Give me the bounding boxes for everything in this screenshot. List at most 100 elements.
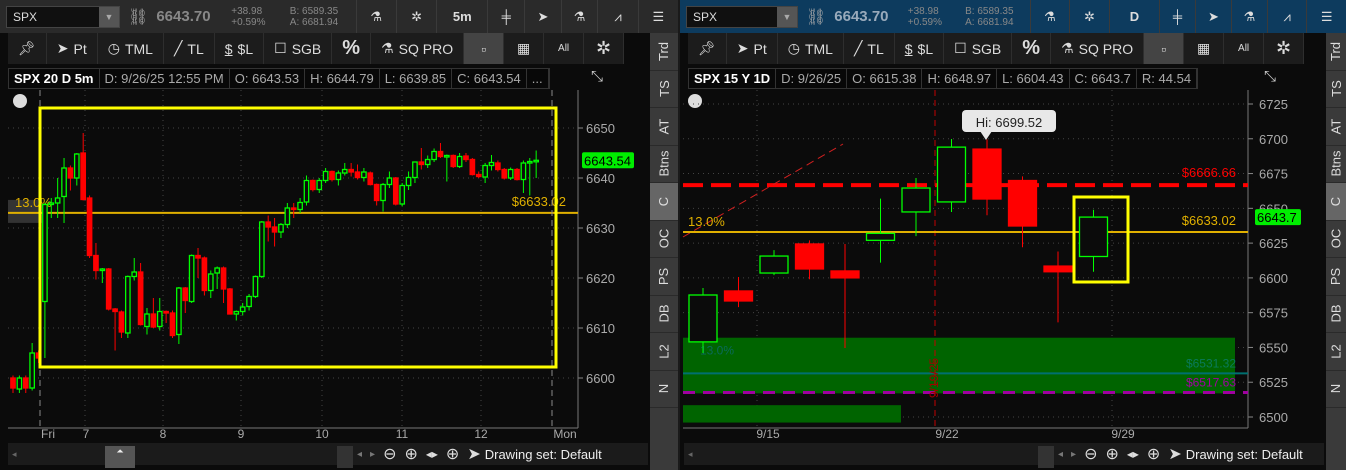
candle-body	[354, 171, 361, 179]
candle-body	[227, 288, 233, 315]
candle	[501, 168, 508, 180]
candle	[169, 310, 176, 338]
candle	[144, 308, 150, 335]
side-tab-ps[interactable]: PS	[650, 258, 678, 296]
candle-body	[520, 162, 527, 181]
candle-body	[271, 226, 278, 233]
zoom-in-icon[interactable]: ⊕	[404, 444, 417, 464]
hi-tooltip-pointer	[980, 131, 992, 140]
y-tick-label: 6600	[1259, 271, 1288, 286]
candle	[118, 310, 125, 338]
side-tab-n[interactable]: N	[1326, 371, 1346, 408]
candle-body	[61, 167, 67, 198]
horizontal-scrollbar[interactable]: ◂	[684, 445, 1054, 468]
candle-body	[361, 171, 367, 179]
candle-body	[392, 177, 399, 205]
side-tab-db[interactable]: DB	[1326, 296, 1346, 333]
side-tab-label: TS	[656, 80, 672, 98]
candle	[86, 195, 93, 258]
y-tick-label: 6600	[586, 371, 615, 386]
zoom-out-icon[interactable]: ⊖	[1084, 444, 1097, 464]
side-tab-db[interactable]: DB	[650, 296, 678, 333]
candle	[99, 268, 106, 283]
crosshair-icon[interactable]: ⊕	[446, 444, 459, 464]
cursor-icon[interactable]: ➤	[1168, 444, 1181, 464]
side-tab-trd[interactable]: Trd	[650, 33, 678, 71]
candle	[137, 263, 144, 326]
side-tab-btns[interactable]: Btns	[650, 146, 678, 183]
candle	[482, 163, 488, 183]
candle	[182, 287, 189, 313]
candle	[29, 343, 35, 391]
support-label: $6517.63	[1186, 375, 1236, 389]
candle	[456, 153, 463, 168]
candle-body	[488, 161, 495, 167]
candle-body	[412, 161, 418, 179]
side-tab-btns[interactable]: Btns	[1326, 146, 1346, 183]
side-tab-label: N	[1328, 384, 1344, 394]
candle-body	[118, 311, 125, 333]
scroll-left-icon[interactable]: ◂	[357, 449, 362, 460]
y-tick-label: 6525	[1259, 375, 1288, 390]
side-tab-n[interactable]: N	[650, 371, 678, 408]
candle-body	[533, 159, 540, 163]
side-tab-ts[interactable]: TS	[1326, 71, 1346, 108]
candle-body	[469, 158, 476, 176]
side-tab-at[interactable]: AT	[1326, 108, 1346, 146]
side-tab-oc[interactable]: OC	[1326, 221, 1346, 258]
y-tick-label: 6620	[586, 271, 615, 286]
expand-panel-icon[interactable]: ⏶	[105, 445, 135, 468]
zoom-out-icon[interactable]: ⊖	[383, 444, 396, 464]
price-chart: 6725670066756650662566006575655065256500…	[682, 90, 1301, 440]
side-tab-label: C	[656, 196, 672, 206]
crosshair-icon[interactable]: ⊕	[1147, 444, 1160, 464]
side-tab-l2[interactable]: L2	[650, 333, 678, 371]
y-tick-label: 6725	[1259, 97, 1288, 112]
candle-body	[399, 184, 406, 205]
scroll-left-icon[interactable]: ◂	[1058, 449, 1063, 460]
candle-body	[239, 306, 246, 313]
scroll-thumb[interactable]	[1038, 445, 1054, 468]
candle	[303, 175, 310, 206]
candle	[112, 308, 118, 351]
candle-body	[80, 152, 87, 201]
candle-body	[972, 148, 1002, 200]
fit-horizontal-icon[interactable]: ◂▸	[1127, 447, 1139, 461]
candle-body	[99, 268, 106, 272]
candle	[278, 223, 284, 238]
candle-body	[297, 201, 303, 211]
side-tab-ps[interactable]: PS	[1326, 258, 1346, 296]
side-tab-label: Btns	[1328, 150, 1344, 177]
candle-body	[456, 155, 463, 168]
candle	[830, 243, 860, 349]
side-tab-ts[interactable]: TS	[650, 71, 678, 108]
candle	[42, 203, 48, 358]
side-tab-l2[interactable]: L2	[1326, 333, 1346, 371]
side-tab-trd[interactable]: Trd	[1326, 33, 1346, 71]
side-tab-at[interactable]: AT	[650, 108, 678, 146]
candle-body	[150, 313, 157, 328]
pct-label: 13.0%	[688, 214, 725, 229]
side-tab-label: C	[1328, 196, 1344, 206]
drawing-set-dropdown[interactable]: Drawing set: Default	[1186, 447, 1303, 462]
zoom-in-icon[interactable]: ⊕	[1105, 444, 1118, 464]
candle	[520, 160, 527, 193]
drawing-set-dropdown[interactable]: Drawing set: Default	[485, 447, 602, 462]
side-tab-c[interactable]: C	[650, 183, 678, 221]
scroll-thumb[interactable]	[337, 445, 353, 468]
candle-body	[207, 273, 214, 292]
side-tab-label: TS	[1328, 80, 1344, 98]
scroll-right-icon[interactable]: ▸	[370, 449, 375, 460]
candle-body	[450, 154, 457, 168]
side-tab-oc[interactable]: OC	[650, 221, 678, 258]
cursor-icon[interactable]: ➤	[467, 444, 480, 464]
x-tick-label: 12	[474, 427, 488, 440]
candle-body	[163, 310, 169, 314]
side-tab-c[interactable]: C	[1326, 183, 1346, 221]
horizontal-scrollbar[interactable]: ◂ ⏶	[8, 445, 353, 468]
fit-horizontal-icon[interactable]: ◂▸	[426, 447, 438, 461]
y-tick-label: 6575	[1259, 306, 1288, 321]
scroll-right-icon[interactable]: ▸	[1071, 449, 1076, 460]
candle-body	[526, 160, 533, 164]
candle-body	[284, 207, 291, 226]
